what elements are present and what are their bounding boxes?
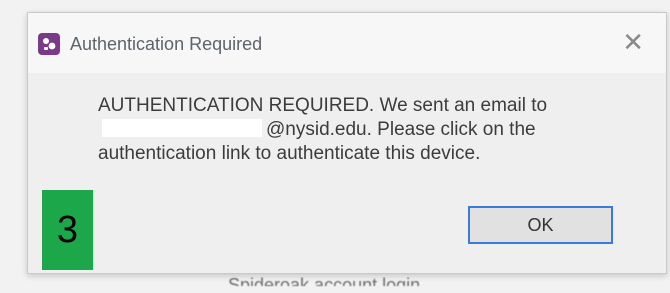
background-account-login-link[interactable]: Spideroak account login	[228, 272, 420, 286]
dialog-title: Authentication Required	[70, 34, 263, 54]
redacted-email	[102, 119, 262, 137]
authentication-dialog: Authentication Required ✕ AUTHENTICATION…	[27, 12, 667, 274]
message-text-start: AUTHENTICATION REQUIRED. We sent an emai…	[98, 95, 548, 116]
ok-button[interactable]: OK	[468, 206, 613, 244]
step-number-badge: 3	[42, 190, 93, 270]
dialog-message: AUTHENTICATION REQUIRED. We sent an emai…	[98, 94, 638, 166]
dialog-titlebar: Authentication Required ✕	[28, 13, 666, 73]
close-icon[interactable]: ✕	[622, 27, 644, 57]
app-logo-icon	[38, 33, 60, 55]
